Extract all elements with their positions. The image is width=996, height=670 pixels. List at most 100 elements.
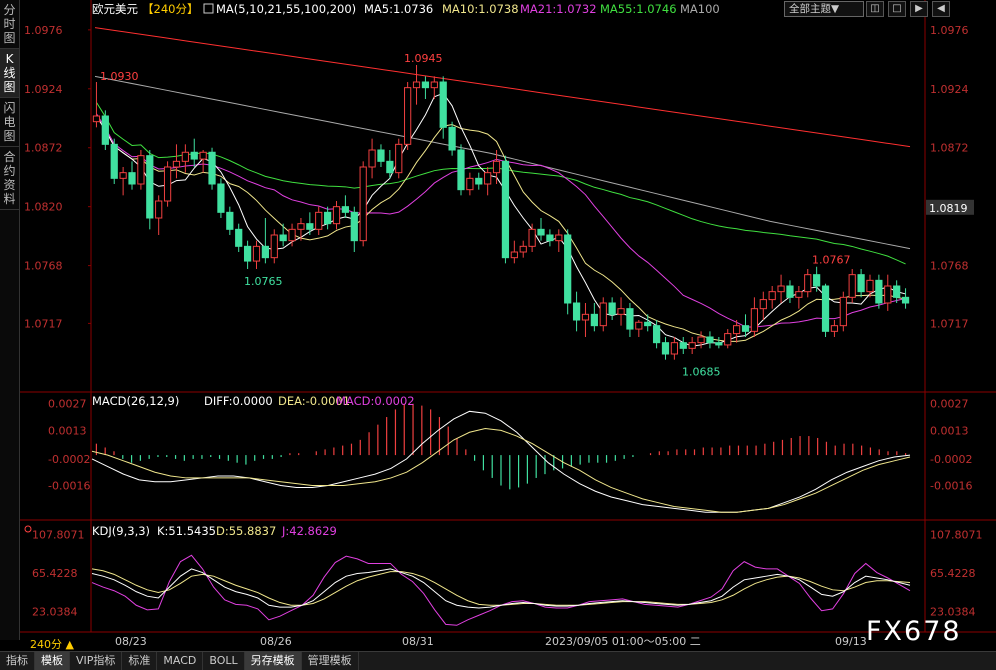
candle-body [137, 155, 145, 185]
annotation-high-3: 1.0767 [812, 254, 851, 267]
candle-body [484, 172, 492, 185]
ma-item-4: MA100 [680, 2, 720, 16]
candle-body [884, 285, 892, 304]
candle-body [564, 234, 572, 304]
candle-body [172, 160, 181, 168]
candle-body [448, 126, 456, 151]
sidebar-tab-0[interactable]: 分时图 [0, 0, 19, 49]
candle-body [724, 333, 732, 346]
candle-body [288, 228, 296, 242]
kdj-j-label: J:42.8629 [281, 524, 337, 538]
candle-body [475, 177, 483, 185]
candle-body [110, 143, 118, 179]
kdj-tick-right: 107.8071 [930, 529, 983, 542]
candle-body [635, 321, 643, 330]
next-icon[interactable]: ▶ [910, 1, 928, 17]
candle-body [786, 285, 794, 298]
chart-area[interactable]: 1.0976 1.0976 1.0924 1.0924 1.0872 1.0872 1.08… [20, 0, 996, 651]
candle-body [608, 302, 616, 315]
candle-body [270, 234, 278, 259]
ma-title: MA(5,10,21,55,100,200) [216, 2, 356, 16]
macd-title: MACD(26,12,9) [92, 394, 179, 408]
price-tick-right: 1.0768 [930, 260, 969, 273]
candle-body [813, 274, 821, 287]
bottom-tab-5[interactable]: BOLL [203, 652, 245, 670]
candle-body [706, 336, 714, 344]
annotation-high-2: 1.0945 [404, 52, 443, 65]
time-label-1: 08/26 [260, 635, 292, 648]
candle-body [199, 151, 207, 160]
ma-item-2: MA21:1.0732 [520, 2, 597, 16]
bottom-toolbar: 指标 模板 VIP指标 标准 MACD BOLL 另存模板 管理模板 [0, 651, 996, 670]
current-price-label: 1.0819 [929, 202, 968, 215]
watermark: FX678 [866, 616, 962, 647]
candle-body [590, 313, 598, 327]
candle-body [759, 299, 767, 310]
price-tick-right: 1.0924 [930, 83, 969, 96]
candle-body [226, 211, 234, 230]
sidebar-tab-1[interactable]: K线图 [0, 49, 19, 98]
annotation-low-2: 1.0685 [682, 366, 721, 379]
candle-body [510, 251, 518, 259]
bottom-tab-3[interactable]: 标准 [122, 652, 158, 670]
candle-body [741, 325, 750, 332]
bottom-tab-6[interactable]: 另存模板 [244, 652, 302, 670]
bottom-tab-1[interactable]: 模板 [35, 652, 70, 670]
sidebar-tab-2[interactable]: 闪电图 [0, 98, 19, 147]
candle-body [572, 302, 581, 321]
macd-tick-right: -0.0002 [930, 453, 972, 466]
candle-body [866, 279, 874, 293]
candle-body [857, 274, 865, 293]
bottom-tab-0[interactable]: 指标 [0, 652, 35, 670]
price-tick-left: 1.0976 [24, 24, 63, 37]
price-tick-left: 1.0872 [24, 142, 63, 155]
ma-item-1: MA10:1.0738 [442, 2, 519, 16]
candle-body [404, 87, 412, 145]
sidebar-tab-3[interactable]: 合约资料 [0, 147, 19, 210]
candle-body [670, 342, 678, 355]
candle-body [581, 313, 590, 321]
candle-body [155, 200, 163, 219]
candle-body [537, 228, 545, 236]
bottom-tab-7[interactable]: 管理模板 [302, 652, 359, 670]
macd-value-label: MACD:0.0002 [336, 394, 415, 408]
candle-body [830, 325, 839, 332]
ma-item-0: MA5:1.0736 [364, 2, 433, 16]
candle-body [128, 172, 136, 185]
candle-body [848, 274, 856, 298]
sidebar: 分时图K线图闪电图合约资料 [0, 0, 20, 640]
price-tick-right: 1.0872 [930, 142, 969, 155]
candle-body [315, 211, 323, 230]
annotation-high-1: 1.0930 [100, 70, 139, 83]
kdj-tick-left: 23.0384 [32, 606, 78, 619]
bottom-tab-2[interactable]: VIP指标 [70, 652, 123, 670]
maximize-icon[interactable]: □ [888, 1, 906, 17]
candle-body [901, 296, 910, 304]
kdj-k-label: K:51.5435 [157, 524, 216, 538]
bottom-tab-4[interactable]: MACD [157, 652, 204, 670]
candle-body [386, 160, 394, 174]
candle-body [359, 166, 367, 242]
time-label-0: 08/23 [115, 635, 147, 648]
candle-body [466, 177, 474, 191]
restore-icon[interactable]: ◫ [866, 1, 884, 17]
macd-tick-right: -0.0016 [930, 480, 972, 493]
candle-body [492, 160, 501, 174]
candle-body [217, 183, 225, 213]
candle-body [519, 245, 527, 253]
kdj-tick-left: 107.8071 [32, 529, 85, 542]
candle-body [733, 325, 741, 335]
candle-body [599, 302, 607, 327]
prev-icon[interactable]: ◀ [932, 1, 950, 17]
candle-body [235, 228, 243, 247]
candle-body [795, 291, 803, 298]
macd-tick-right: 0.0027 [930, 398, 969, 411]
candle-body [306, 223, 314, 230]
theme-select-button[interactable]: 全部主题▼ [784, 1, 864, 17]
macd-tick-left: -0.0002 [48, 453, 90, 466]
candle-body [163, 166, 172, 202]
candle-body [377, 149, 385, 162]
period-label[interactable]: 240分 ▲ [30, 636, 74, 652]
candle-body [368, 149, 376, 168]
price-tick-left: 1.0924 [24, 83, 63, 96]
